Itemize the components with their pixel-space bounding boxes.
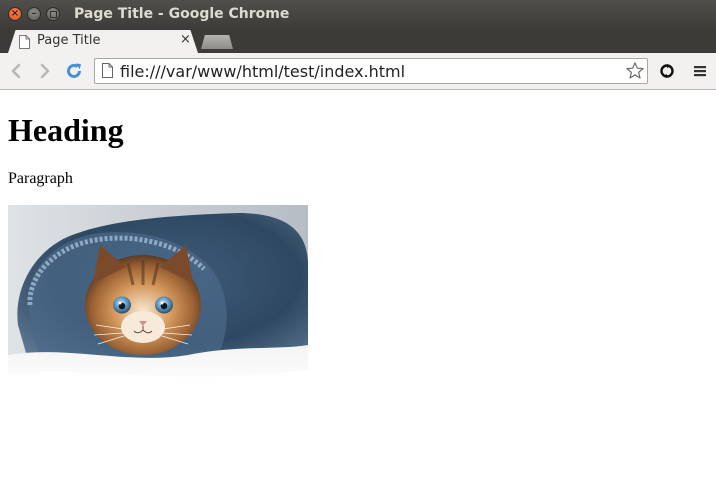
window-title: Page Title - Google Chrome [74, 6, 290, 22]
address-bar[interactable]: file:///var/www/html/test/index.html [94, 58, 648, 84]
back-button[interactable] [6, 61, 26, 81]
back-arrow-icon [11, 63, 21, 79]
window-close-button[interactable]: × [8, 7, 22, 21]
reload-button[interactable] [64, 61, 84, 81]
tab-close-icon[interactable]: × [180, 32, 191, 47]
page-icon [19, 34, 30, 53]
browser-toolbar: file:///var/www/html/test/index.html [0, 53, 716, 90]
reload-icon [67, 63, 81, 78]
page-content: Heading Paragraph [0, 90, 716, 483]
kitten-image [8, 205, 308, 392]
forward-button[interactable] [35, 61, 55, 81]
page-icon [102, 63, 113, 82]
window-minimize-button[interactable]: – [27, 7, 41, 21]
extension-button[interactable] [657, 61, 677, 81]
hamburger-menu-icon [694, 66, 706, 77]
page-paragraph: Paragraph [8, 170, 73, 187]
sync-icon [660, 64, 674, 78]
tab-label: Page Title [37, 33, 101, 48]
new-tab-button[interactable] [201, 35, 233, 49]
star-icon[interactable] [625, 61, 645, 85]
tab-page-title[interactable]: Page Title × [8, 30, 198, 53]
page-heading: Heading [8, 112, 124, 148]
menu-button[interactable] [690, 61, 710, 81]
url-text[interactable]: file:///var/www/html/test/index.html [120, 62, 405, 81]
window-maximize-button[interactable] [46, 7, 60, 21]
tab-strip: Page Title × [0, 30, 716, 53]
maximize-icon [49, 10, 57, 18]
window-titlebar: × – Page Title - Google Chrome [0, 0, 716, 30]
forward-arrow-icon [40, 63, 50, 79]
